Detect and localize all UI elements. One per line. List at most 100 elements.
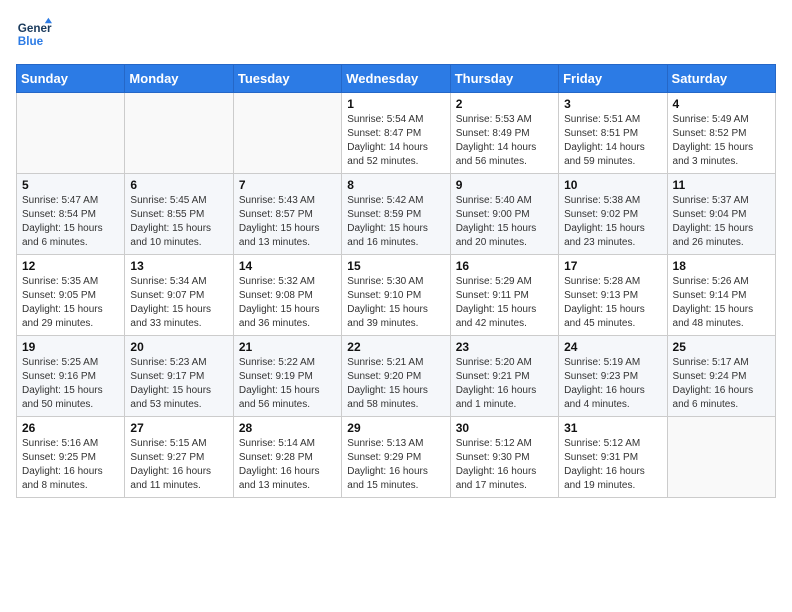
day-info: Sunrise: 5:37 AM Sunset: 9:04 PM Dayligh… — [673, 194, 770, 250]
calendar-cell — [125, 93, 233, 174]
calendar-cell: 13 Sunrise: 5:34 AM Sunset: 9:07 PM Dayli… — [125, 255, 233, 336]
weekday-header: Saturday — [667, 65, 775, 93]
day-info: Sunrise: 5:17 AM Sunset: 9:24 PM Dayligh… — [673, 356, 770, 412]
day-number: 21 — [239, 340, 336, 354]
calendar-week-row: 1 Sunrise: 5:54 AM Sunset: 8:47 PM Daylig… — [17, 93, 776, 174]
day-number: 24 — [564, 340, 661, 354]
day-info: Sunrise: 5:25 AM Sunset: 9:16 PM Dayligh… — [22, 356, 119, 412]
svg-text:General: General — [18, 22, 52, 35]
day-number: 5 — [22, 178, 119, 192]
day-info: Sunrise: 5:14 AM Sunset: 9:28 PM Dayligh… — [239, 437, 336, 493]
day-info: Sunrise: 5:20 AM Sunset: 9:21 PM Dayligh… — [456, 356, 553, 412]
weekday-header: Friday — [559, 65, 667, 93]
day-number: 23 — [456, 340, 553, 354]
calendar-cell: 25 Sunrise: 5:17 AM Sunset: 9:24 PM Dayli… — [667, 336, 775, 417]
day-number: 10 — [564, 178, 661, 192]
calendar-cell: 3 Sunrise: 5:51 AM Sunset: 8:51 PM Daylig… — [559, 93, 667, 174]
calendar-cell: 8Sunrise: 5:42 AM Sunset: 8:59 PM Daylig… — [342, 174, 450, 255]
calendar-week-row: 19 Sunrise: 5:25 AM Sunset: 9:16 PM Dayli… — [17, 336, 776, 417]
calendar-cell: 28 Sunrise: 5:14 AM Sunset: 9:28 PM Dayli… — [233, 417, 341, 498]
page-header: General Blue — [16, 16, 776, 52]
day-info: Sunrise: 5:23 AM Sunset: 9:17 PM Dayligh… — [130, 356, 227, 412]
day-info: Sunrise: 5:28 AM Sunset: 9:13 PM Dayligh… — [564, 275, 661, 331]
day-number: 27 — [130, 421, 227, 435]
day-number: 18 — [673, 259, 770, 273]
day-info: Sunrise: 5:19 AM Sunset: 9:23 PM Dayligh… — [564, 356, 661, 412]
day-info: Sunrise: 5:30 AM Sunset: 9:10 PM Dayligh… — [347, 275, 444, 331]
calendar-cell: 6Sunrise: 5:45 AM Sunset: 8:55 PM Daylig… — [125, 174, 233, 255]
day-info: Sunrise: 5:47 AM Sunset: 8:54 PM Dayligh… — [22, 194, 119, 250]
day-number: 8 — [347, 178, 444, 192]
day-info: Sunrise: 5:51 AM Sunset: 8:51 PM Dayligh… — [564, 113, 661, 169]
day-info: Sunrise: 5:45 AM Sunset: 8:55 PM Dayligh… — [130, 194, 227, 250]
calendar-cell: 5 Sunrise: 5:47 AM Sunset: 8:54 PM Daylig… — [17, 174, 125, 255]
calendar-cell: 30 Sunrise: 5:12 AM Sunset: 9:30 PM Dayli… — [450, 417, 558, 498]
calendar-cell: 7 Sunrise: 5:43 AM Sunset: 8:57 PM Daylig… — [233, 174, 341, 255]
weekday-header: Tuesday — [233, 65, 341, 93]
day-number: 16 — [456, 259, 553, 273]
day-info: Sunrise: 5:32 AM Sunset: 9:08 PM Dayligh… — [239, 275, 336, 331]
calendar-cell: 12Sunrise: 5:35 AM Sunset: 9:05 PM Dayli… — [17, 255, 125, 336]
day-info: Sunrise: 5:26 AM Sunset: 9:14 PM Dayligh… — [673, 275, 770, 331]
calendar-cell: 31 Sunrise: 5:12 AM Sunset: 9:31 PM Dayli… — [559, 417, 667, 498]
day-info: Sunrise: 5:13 AM Sunset: 9:29 PM Dayligh… — [347, 437, 444, 493]
calendar-cell: 29 Sunrise: 5:13 AM Sunset: 9:29 PM Dayli… — [342, 417, 450, 498]
calendar-cell: 15 Sunrise: 5:30 AM Sunset: 9:10 PM Dayli… — [342, 255, 450, 336]
calendar-cell: 11 Sunrise: 5:37 AM Sunset: 9:04 PM Dayli… — [667, 174, 775, 255]
calendar-cell — [17, 93, 125, 174]
day-info: Sunrise: 5:38 AM Sunset: 9:02 PM Dayligh… — [564, 194, 661, 250]
day-info: Sunrise: 5:15 AM Sunset: 9:27 PM Dayligh… — [130, 437, 227, 493]
svg-text:Blue: Blue — [18, 35, 44, 48]
day-number: 3 — [564, 97, 661, 111]
day-info: Sunrise: 5:54 AM Sunset: 8:47 PM Dayligh… — [347, 113, 444, 169]
calendar-cell: 9 Sunrise: 5:40 AM Sunset: 9:00 PM Daylig… — [450, 174, 558, 255]
day-number: 19 — [22, 340, 119, 354]
day-number: 7 — [239, 178, 336, 192]
day-info: Sunrise: 5:43 AM Sunset: 8:57 PM Dayligh… — [239, 194, 336, 250]
logo: General Blue — [16, 16, 52, 52]
day-number: 31 — [564, 421, 661, 435]
calendar-cell: 19 Sunrise: 5:25 AM Sunset: 9:16 PM Dayli… — [17, 336, 125, 417]
day-info: Sunrise: 5:34 AM Sunset: 9:07 PM Dayligh… — [130, 275, 227, 331]
day-number: 1 — [347, 97, 444, 111]
calendar-cell: 14 Sunrise: 5:32 AM Sunset: 9:08 PM Dayli… — [233, 255, 341, 336]
day-number: 13 — [130, 259, 227, 273]
day-info: Sunrise: 5:12 AM Sunset: 9:31 PM Dayligh… — [564, 437, 661, 493]
calendar-cell — [667, 417, 775, 498]
day-number: 30 — [456, 421, 553, 435]
calendar-cell: 4Sunrise: 5:49 AM Sunset: 8:52 PM Daylig… — [667, 93, 775, 174]
weekday-header: Sunday — [17, 65, 125, 93]
day-number: 11 — [673, 178, 770, 192]
day-number: 20 — [130, 340, 227, 354]
calendar-cell: 10 Sunrise: 5:38 AM Sunset: 9:02 PM Dayli… — [559, 174, 667, 255]
day-number: 25 — [673, 340, 770, 354]
day-info: Sunrise: 5:40 AM Sunset: 9:00 PM Dayligh… — [456, 194, 553, 250]
day-number: 15 — [347, 259, 444, 273]
day-number: 29 — [347, 421, 444, 435]
calendar-cell: 22 Sunrise: 5:21 AM Sunset: 9:20 PM Dayli… — [342, 336, 450, 417]
day-number: 17 — [564, 259, 661, 273]
calendar-week-row: 5 Sunrise: 5:47 AM Sunset: 8:54 PM Daylig… — [17, 174, 776, 255]
calendar-cell: 27 Sunrise: 5:15 AM Sunset: 9:27 PM Dayli… — [125, 417, 233, 498]
calendar-cell: 20 Sunrise: 5:23 AM Sunset: 9:17 PM Dayli… — [125, 336, 233, 417]
calendar-cell: 21Sunrise: 5:22 AM Sunset: 9:19 PM Dayli… — [233, 336, 341, 417]
day-number: 2 — [456, 97, 553, 111]
day-number: 9 — [456, 178, 553, 192]
day-number: 28 — [239, 421, 336, 435]
calendar-header-row: SundayMondayTuesdayWednesdayThursdayFrid… — [17, 65, 776, 93]
calendar-cell: 1 Sunrise: 5:54 AM Sunset: 8:47 PM Daylig… — [342, 93, 450, 174]
day-info: Sunrise: 5:49 AM Sunset: 8:52 PM Dayligh… — [673, 113, 770, 169]
calendar-cell: 23 Sunrise: 5:20 AM Sunset: 9:21 PM Dayli… — [450, 336, 558, 417]
calendar-cell: 24 Sunrise: 5:19 AM Sunset: 9:23 PM Dayli… — [559, 336, 667, 417]
logo-icon: General Blue — [16, 16, 52, 52]
day-number: 26 — [22, 421, 119, 435]
day-info: Sunrise: 5:12 AM Sunset: 9:30 PM Dayligh… — [456, 437, 553, 493]
day-info: Sunrise: 5:21 AM Sunset: 9:20 PM Dayligh… — [347, 356, 444, 412]
day-number: 22 — [347, 340, 444, 354]
day-info: Sunrise: 5:16 AM Sunset: 9:25 PM Dayligh… — [22, 437, 119, 493]
day-number: 14 — [239, 259, 336, 273]
weekday-header: Wednesday — [342, 65, 450, 93]
calendar-cell: 17 Sunrise: 5:28 AM Sunset: 9:13 PM Dayli… — [559, 255, 667, 336]
day-info: Sunrise: 5:53 AM Sunset: 8:49 PM Dayligh… — [456, 113, 553, 169]
weekday-header: Thursday — [450, 65, 558, 93]
